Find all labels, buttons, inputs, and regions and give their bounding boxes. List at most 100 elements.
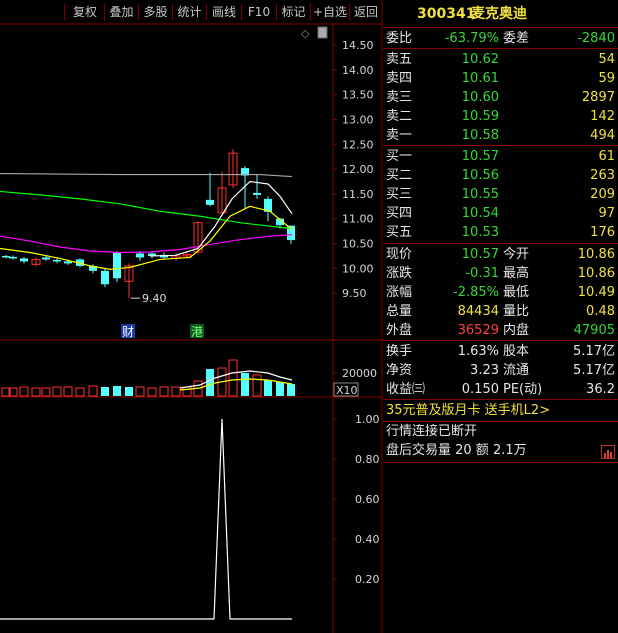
- price-tick-label: 12.00: [342, 163, 374, 176]
- restore-rights-button[interactable]: 复权: [66, 2, 104, 22]
- price-tick-label: 14.50: [342, 39, 374, 52]
- ask-price: 10.59: [461, 109, 499, 124]
- overlay-button[interactable]: 叠加: [105, 2, 138, 22]
- fundamental-row: 净资 3.23 流通 5.17亿: [383, 361, 618, 380]
- candle-body-down: [20, 258, 28, 262]
- quote-value: 84434: [457, 304, 499, 319]
- diamond-icon: ◇: [301, 27, 310, 40]
- quote-label: 最高: [503, 266, 530, 281]
- bid-price: 10.57: [461, 149, 499, 164]
- candle-body-down: [2, 255, 10, 258]
- quote-label: 今开: [503, 247, 530, 262]
- bid-volume: 97: [598, 206, 615, 221]
- volume-bar-up: [75, 387, 85, 397]
- f10-button[interactable]: F10: [242, 2, 276, 22]
- diff-value: -2840: [577, 31, 615, 46]
- volume-bar-down: [125, 387, 133, 396]
- fundamental-value: 0.150: [461, 382, 499, 397]
- candle-body-down: [206, 199, 214, 205]
- volume-bar-up: [182, 386, 192, 397]
- price-tick-label: 14.00: [342, 64, 374, 77]
- window-toggle-icon: [317, 26, 328, 39]
- fundamental-row: 换手 1.63% 股本 5.17亿: [383, 342, 618, 361]
- candle-body-down: [136, 253, 144, 258]
- quote-row: 外盘 36529 内盘 47905: [383, 321, 618, 340]
- bid-price: 10.55: [461, 187, 499, 202]
- fundamental-label: 换手: [386, 344, 413, 359]
- quote-label: 现价: [386, 247, 413, 262]
- bid-volume: 61: [598, 149, 615, 164]
- volume-tick-label: 20000: [342, 367, 377, 380]
- bid-row: 买三 10.55 209: [383, 185, 618, 204]
- kline-chart[interactable]: 14.50 14.00 13.50 13.00 12.50 12.00 11.50 11.00…: [0, 0, 383, 633]
- quote-panel: 300341 麦克奥迪 委比 -63.79% 委差 -2840 35元普及版月卡…: [383, 0, 618, 633]
- bid-price: 10.54: [461, 206, 499, 221]
- price-tick-label: 11.50: [342, 188, 374, 201]
- ma-line-yellow: [0, 205, 293, 270]
- ma-line-gray: [0, 172, 293, 178]
- quote-label: 涨幅: [386, 285, 413, 300]
- ask-volume: 142: [590, 109, 615, 124]
- candle-body-down: [9, 256, 17, 259]
- chart-toolbar: 复权 叠加 多股 统计 画线 F10 标记 +自选 返回: [0, 0, 382, 24]
- back-button[interactable]: 返回: [350, 2, 382, 22]
- promo-row[interactable]: 35元普及版月卡 送手机L2>: [383, 401, 618, 421]
- quote-label: 最低: [503, 285, 530, 300]
- multi-stock-button[interactable]: 多股: [139, 2, 172, 22]
- volume-bar-down: [264, 380, 272, 396]
- indicator-tick-label: 0.20: [355, 573, 380, 586]
- badge-gang: 港: [191, 325, 203, 339]
- order-ratio-row: 委比 -63.79% 委差 -2840: [383, 29, 618, 48]
- after-hours-info: 盘后交易量 20 额 2.1万: [386, 443, 527, 458]
- candle-body-down: [113, 252, 121, 279]
- draw-line-button[interactable]: 画线: [207, 2, 241, 22]
- ask-volume: 59: [598, 71, 615, 86]
- bid-volume: 263: [590, 168, 615, 183]
- bid-level-label: 买五: [386, 225, 413, 240]
- indicator-tick-label: 0.80: [355, 453, 380, 466]
- diff-label: 委差: [503, 31, 530, 46]
- ratio-value: -63.79%: [444, 31, 499, 46]
- bid-level-label: 买四: [386, 206, 413, 221]
- quote-value: 0.48: [586, 304, 615, 319]
- ask-price: 10.62: [461, 52, 499, 67]
- fundamental-value: 5.17亿: [573, 344, 615, 359]
- stock-title: 300341 麦克奥迪: [383, 5, 618, 25]
- ask-price: 10.61: [461, 71, 499, 86]
- quote-label: 外盘: [386, 323, 413, 338]
- quote-row: 涨幅 -2.85% 最低 10.49: [383, 283, 618, 302]
- volume-bar-up: [31, 387, 41, 397]
- add-watchlist-button[interactable]: +自选: [311, 2, 349, 22]
- ask-volume: 2897: [581, 90, 615, 105]
- ma-line-magenta: [0, 234, 293, 254]
- ask-level-label: 卖一: [386, 128, 413, 143]
- toolbar-separator: [64, 3, 65, 21]
- quote-value: 10.86: [577, 266, 615, 281]
- statistics-button[interactable]: 统计: [173, 2, 206, 22]
- volume-bar-up: [171, 386, 181, 397]
- connection-status: 行情连接已断开: [386, 424, 478, 439]
- indicator-tick-label: 1.00: [355, 413, 380, 426]
- candle-body-down: [253, 192, 261, 195]
- fundamental-value: 3.23: [470, 363, 499, 378]
- ask-volume: 54: [598, 52, 615, 67]
- bid-row: 买一 10.57 61: [383, 147, 618, 166]
- ask-level-label: 卖四: [386, 71, 413, 86]
- ask-row: 卖一 10.58 494: [383, 126, 618, 145]
- mark-button[interactable]: 标记: [277, 2, 310, 22]
- volume-bar-up: [19, 386, 29, 397]
- volume-bar-up: [252, 374, 262, 397]
- ask-level-label: 卖五: [386, 52, 413, 67]
- fundamental-label: PE(动): [503, 382, 543, 397]
- ask-row: 卖二 10.59 142: [383, 107, 618, 126]
- quote-label: 量比: [503, 304, 530, 319]
- bar-chart-icon[interactable]: [601, 445, 615, 459]
- price-tick-label: 9.50: [342, 287, 367, 300]
- bid-level-label: 买三: [386, 187, 413, 202]
- ma-line-white: [149, 180, 293, 257]
- promo-link[interactable]: 35元普及版月卡 送手机L2>: [386, 401, 550, 420]
- quote-label: 涨跌: [386, 266, 413, 281]
- quote-label: 内盘: [503, 323, 530, 338]
- volume-bar-up: [41, 387, 51, 397]
- price-tick-label: 10.00: [342, 262, 374, 275]
